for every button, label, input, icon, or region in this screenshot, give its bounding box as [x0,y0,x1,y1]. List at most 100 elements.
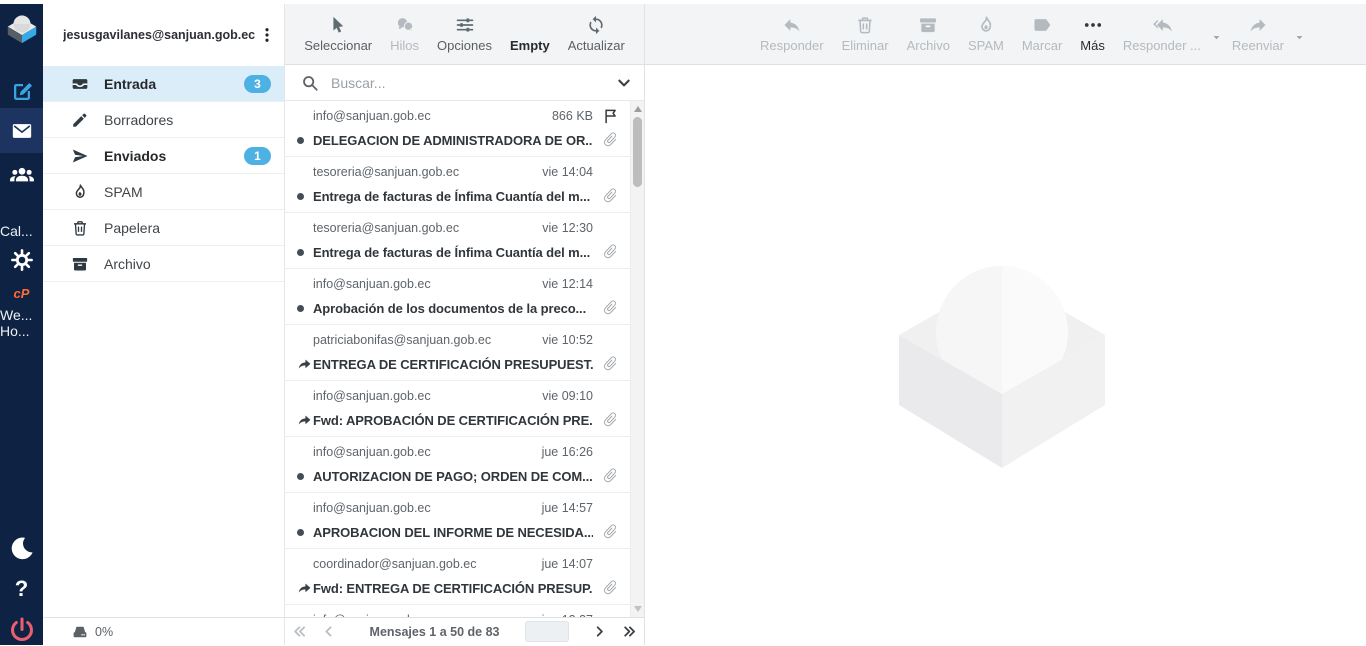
folder-item-borradores[interactable]: Borradores [43,102,284,138]
toolbar-button-responder[interactable]: Responder ... [1114,15,1210,53]
folder-label: Papelera [104,220,284,236]
compose-button[interactable] [0,76,43,108]
refresh-icon [585,15,607,35]
folder-item-papelera[interactable]: Papelera [43,210,284,246]
folder-item-entrada[interactable]: Entrada 3 [43,66,284,102]
toolbar-button-empty[interactable]: Empty [501,15,559,53]
prev-page-button[interactable] [321,623,336,640]
toolbar-button-m-s[interactable]: Más [1071,15,1114,53]
logout-button[interactable] [0,614,43,646]
toolbar-button-seleccionar[interactable]: Seleccionar [295,15,381,53]
contacts-nav-button[interactable] [0,160,43,192]
page-number-input[interactable] [525,621,569,642]
message-row[interactable]: info@sanjuan.gob.ec jue 14:57 APROBACION… [285,493,644,549]
message-status [297,473,313,480]
message-row[interactable]: tesoreria@sanjuan.gob.ec vie 12:30 Entre… [285,213,644,269]
quota-value: 0% [95,625,113,639]
calendar-nav-label[interactable]: Cal... [0,223,43,239]
next-page-button[interactable] [592,623,607,640]
list-scrollbar[interactable] [630,101,644,617]
threads-icon [394,15,416,35]
pencil-icon [71,111,89,129]
message-sender: tesoreria@sanjuan.gob.ec [313,165,534,179]
message-row[interactable]: info@sanjuan.gob.ec vie 09:10 Fwd: APROB… [285,381,644,437]
attachment-icon [602,299,619,316]
toolbar-button-eliminar[interactable]: Eliminar [833,15,898,53]
message-row[interactable]: coordinador@sanjuan.gob.ec jue 14:07 Fwd… [285,549,644,605]
search-icon [301,74,319,92]
message-row[interactable]: info@sanjuan.gob.ec vie 12:14 Aprobación… [285,269,644,325]
caret-down-icon[interactable] [1210,31,1223,44]
last-page-button[interactable] [622,623,637,640]
settings-nav-button[interactable] [0,244,43,276]
message-subject: AUTORIZACION DE PAGO; ORDEN DE COM... [313,469,593,484]
toolbar-button-reenviar[interactable]: Reenviar [1223,15,1293,53]
tag-icon [1031,15,1053,35]
unread-dot [297,137,304,144]
unread-dot [297,249,304,256]
message-subject: ENTREGA DE CERTIFICACIÓN PRESUPUEST... [313,357,593,372]
attachment-icon [602,579,619,596]
toolbar-button-opciones[interactable]: Opciones [428,15,501,53]
message-toolbar: Responder Eliminar Archivo SPAM Marcar M… [645,4,1366,65]
message-sender: tesoreria@sanjuan.gob.ec [313,221,534,235]
message-row[interactable]: info@sanjuan.gob.ec jue 12:37 [285,605,644,617]
toolbar-button-responder[interactable]: Responder [751,15,833,53]
folder-item-enviados[interactable]: Enviados 1 [43,138,284,174]
toolbar-button-hilos[interactable]: Hilos [381,15,428,53]
message-row[interactable]: patriciabonifas@sanjuan.gob.ec vie 10:52… [285,325,644,381]
folder-label: SPAM [104,184,284,200]
attachment-icon [602,187,619,204]
flag-icon[interactable] [602,107,620,125]
webmail-home-label[interactable]: We... Ho... [0,307,43,339]
storage-icon [71,623,89,641]
trash-icon [854,15,876,35]
folder-item-archivo[interactable]: Archivo [43,246,284,282]
toolbar-button-actualizar[interactable]: Actualizar [559,15,634,53]
sliders-icon [454,15,476,35]
kebab-menu-icon[interactable] [258,25,276,45]
ellipsis-icon [1082,15,1104,35]
first-page-button[interactable] [292,623,307,640]
attachment-icon [602,523,619,540]
dark-mode-button[interactable] [0,532,43,564]
cursor-icon [327,15,349,35]
flame-icon [975,15,997,35]
message-date: vie 12:14 [542,277,593,291]
folder-label: Entrada [104,76,244,92]
flame-icon [71,183,89,201]
toolbar-button-archivo[interactable]: Archivo [898,15,959,53]
toolbar-button-spam[interactable]: SPAM [959,15,1013,53]
attachment-icon [602,243,619,260]
message-row[interactable]: info@sanjuan.gob.ec jue 16:26 AUTORIZACI… [285,437,644,493]
message-subject: DELEGACION DE ADMINISTRADORA DE OR... [313,133,593,148]
unread-dot [297,305,304,312]
message-date: vie 09:10 [542,389,593,403]
search-input[interactable] [329,74,606,92]
folder-label: Enviados [104,148,244,164]
chevron-down-icon[interactable] [616,75,632,91]
caret-down-icon[interactable] [1293,31,1306,44]
message-date: jue 14:57 [542,501,593,515]
message-sender: patriciabonifas@sanjuan.gob.ec [313,333,534,347]
folder-item-spam[interactable]: SPAM [43,174,284,210]
roundcube-watermark [895,246,1109,468]
app-taskbar: Cal... cP We... Ho... ? [0,4,43,645]
folder-label: Borradores [104,112,284,128]
cpanel-logo[interactable]: cP [0,284,43,302]
attachment-icon [602,411,619,428]
mail-nav-button[interactable] [0,108,43,153]
message-date: vie 10:52 [542,333,593,347]
message-row[interactable]: tesoreria@sanjuan.gob.ec vie 14:04 Entre… [285,157,644,213]
scroll-down-arrow[interactable] [634,606,642,612]
inbox-icon [71,75,89,93]
power-icon [8,616,36,644]
help-button[interactable]: ? [0,575,43,603]
unread-dot [297,529,304,536]
scroll-up-arrow[interactable] [634,106,642,112]
send-icon [71,147,89,165]
attachment-icon [602,467,619,484]
toolbar-button-marcar[interactable]: Marcar [1013,15,1071,53]
scrollbar-thumb[interactable] [633,117,642,187]
message-row[interactable]: info@sanjuan.gob.ec 866 KB DELEGACION DE… [285,101,644,157]
